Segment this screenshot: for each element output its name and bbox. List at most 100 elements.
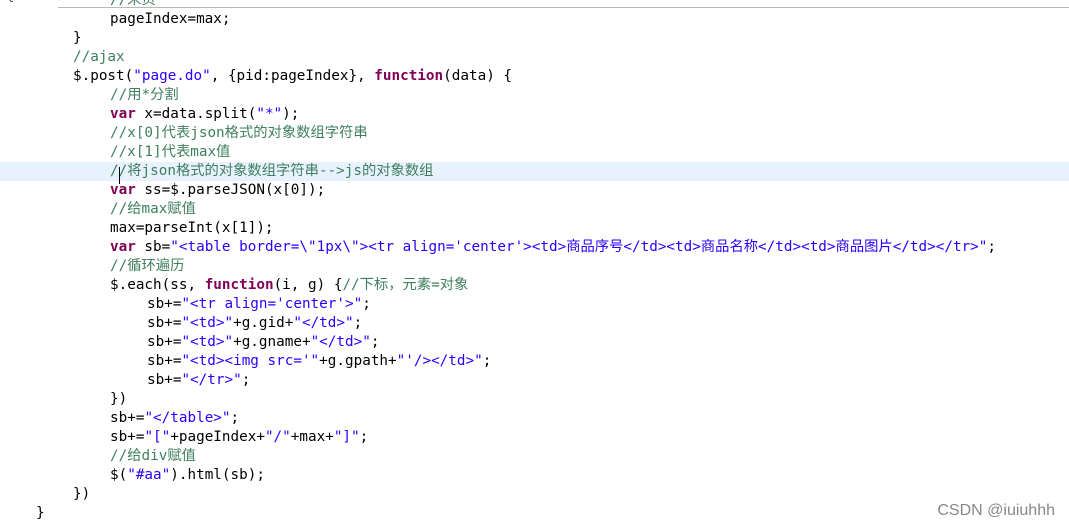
code-token: +g.gpath+ bbox=[319, 353, 397, 369]
code-line[interactable]: $.post("page.do", {pid:pageIndex}, funct… bbox=[0, 67, 1069, 86]
code-text: //给div赋值 bbox=[110, 447, 196, 466]
code-text: sb+="["+pageIndex+"/"+max+"]"; bbox=[110, 428, 368, 447]
code-text: //末页 bbox=[110, 0, 156, 10]
code-token: }) bbox=[73, 486, 91, 502]
string-token: "*" bbox=[256, 106, 283, 122]
code-token: max=parseInt(x[1]); bbox=[110, 220, 274, 236]
string-token: "</tr>" bbox=[181, 372, 242, 388]
code-line[interactable]: pageIndex=max; bbox=[0, 10, 1069, 29]
code-line[interactable]: sb+="<tr align='center'>"; bbox=[0, 295, 1069, 314]
comment-token: //末页 bbox=[110, 0, 156, 8]
string-token: "]" bbox=[333, 429, 360, 445]
code-line[interactable]: //给div赋值 bbox=[0, 447, 1069, 466]
code-token: ; bbox=[241, 372, 251, 388]
code-token: ; bbox=[359, 429, 369, 445]
code-token: sb+= bbox=[147, 353, 182, 369]
keyword-token: function bbox=[204, 277, 274, 293]
comment-token: //x[0]代表json格式的对象数组字符串 bbox=[110, 125, 368, 141]
code-line[interactable]: var sb="<table border=\"1px\"><tr align=… bbox=[0, 238, 1069, 257]
code-line[interactable]: } bbox=[0, 29, 1069, 48]
code-text: //ajax bbox=[73, 48, 125, 67]
keyword-token: function bbox=[374, 68, 444, 84]
code-line[interactable]: $.each(ss, function(i, g) {//下标，元素=对象 bbox=[0, 276, 1069, 295]
code-text: }) bbox=[73, 485, 90, 504]
code-token: $( bbox=[110, 467, 128, 483]
code-text: var x=data.split("*"); bbox=[110, 105, 299, 124]
code-line[interactable]: //循环遍历 bbox=[0, 257, 1069, 276]
string-token: "</table>" bbox=[144, 410, 231, 426]
keyword-token: var bbox=[110, 106, 136, 122]
code-text: sb+="<tr align='center'>"; bbox=[147, 295, 371, 314]
comment-token: //给div赋值 bbox=[110, 448, 196, 464]
code-line[interactable]: //x[0]代表json格式的对象数组字符串 bbox=[0, 124, 1069, 143]
code-line[interactable]: //x[1]代表max值 bbox=[0, 143, 1069, 162]
code-token: ; bbox=[482, 353, 492, 369]
code-line[interactable]: sb+="</tr>"; bbox=[0, 371, 1069, 390]
code-text: $.post("page.do", {pid:pageIndex}, funct… bbox=[73, 67, 512, 86]
code-token: +max+ bbox=[290, 429, 334, 445]
code-editor[interactable]: { //末页pageIndex=max;}//ajax$.post("page.… bbox=[0, 0, 1069, 528]
code-line[interactable]: //末页 bbox=[0, 0, 1069, 10]
code-token: (data) { bbox=[443, 68, 513, 84]
code-token: }) bbox=[110, 391, 128, 407]
code-token: sb+= bbox=[110, 410, 145, 426]
code-text: //给max赋值 bbox=[110, 200, 196, 219]
string-token: "/" bbox=[264, 429, 291, 445]
keyword-token: var bbox=[110, 239, 136, 255]
comment-token: //x[1]代表max值 bbox=[110, 144, 231, 160]
code-text: pageIndex=max; bbox=[110, 10, 231, 29]
code-token: } bbox=[36, 505, 45, 521]
code-line[interactable]: sb+="<td>"+g.gid+"</td>"; bbox=[0, 314, 1069, 333]
code-token: ; bbox=[353, 315, 363, 331]
code-token: x=data.split( bbox=[135, 106, 257, 122]
code-line[interactable]: var x=data.split("*"); bbox=[0, 105, 1069, 124]
code-text: $("#aa").html(sb); bbox=[110, 466, 265, 485]
string-token: "</td>" bbox=[293, 315, 354, 331]
string-token: "<td>" bbox=[181, 334, 234, 350]
code-token: sb+= bbox=[147, 372, 182, 388]
code-token: $.post( bbox=[73, 68, 134, 84]
code-line[interactable]: //用*分割 bbox=[0, 86, 1069, 105]
string-token: "page.do" bbox=[133, 68, 211, 84]
code-token: } bbox=[73, 30, 82, 46]
string-token: "</td>" bbox=[310, 334, 371, 350]
code-text: $.each(ss, function(i, g) {//下标，元素=对象 bbox=[110, 276, 468, 295]
code-line[interactable]: //给max赋值 bbox=[0, 200, 1069, 219]
code-line[interactable]: //将json格式的对象数组字符串-->js的对象数组 bbox=[0, 162, 1069, 181]
code-line[interactable]: }) bbox=[0, 390, 1069, 409]
comment-token: //将json格式的对象数组字符串-->js的对象数组 bbox=[110, 163, 434, 179]
code-text: sb+="<td><img src='"+g.gpath+"'/></td>"; bbox=[147, 352, 491, 371]
code-line[interactable]: sb+="<td>"+g.gname+"</td>"; bbox=[0, 333, 1069, 352]
code-line[interactable]: max=parseInt(x[1]); bbox=[0, 219, 1069, 238]
text-caret bbox=[119, 167, 120, 184]
code-token: ss=$.parseJSON(x[0]); bbox=[135, 182, 326, 198]
code-text: //用*分割 bbox=[110, 86, 179, 105]
string-token: "<td><img src='" bbox=[181, 353, 320, 369]
code-token: +g.gname+ bbox=[233, 334, 311, 350]
code-token: sb= bbox=[135, 239, 171, 255]
code-text: sb+="</tr>"; bbox=[147, 371, 250, 390]
code-text: sb+="<td>"+g.gname+"</td>"; bbox=[147, 333, 379, 352]
code-line[interactable]: sb+="</table>"; bbox=[0, 409, 1069, 428]
comment-token: //下标，元素=对象 bbox=[342, 277, 469, 293]
code-token: sb+= bbox=[147, 296, 182, 312]
code-text: //x[0]代表json格式的对象数组字符串 bbox=[110, 124, 368, 143]
string-token: "<td>" bbox=[181, 315, 234, 331]
code-line[interactable]: } bbox=[0, 504, 1069, 523]
string-token: "'/></td>" bbox=[396, 353, 483, 369]
code-line[interactable]: //ajax bbox=[0, 48, 1069, 67]
comment-token: //ajax bbox=[73, 49, 125, 65]
code-line[interactable]: sb+="<td><img src='"+g.gpath+"'/></td>"; bbox=[0, 352, 1069, 371]
code-line[interactable]: sb+="["+pageIndex+"/"+max+"]"; bbox=[0, 428, 1069, 447]
code-text: //将json格式的对象数组字符串-->js的对象数组 bbox=[110, 162, 433, 181]
code-token: ; bbox=[230, 410, 240, 426]
code-text: //x[1]代表max值 bbox=[110, 143, 230, 162]
code-token: ).html(sb); bbox=[170, 467, 265, 483]
code-text: } bbox=[73, 29, 82, 48]
code-token: , {pid:pageIndex}, bbox=[210, 68, 375, 84]
comment-token: //用*分割 bbox=[110, 87, 179, 103]
code-line[interactable]: $("#aa").html(sb); bbox=[0, 466, 1069, 485]
code-line[interactable]: }) bbox=[0, 485, 1069, 504]
code-token: sb+= bbox=[110, 429, 145, 445]
code-line[interactable]: var ss=$.parseJSON(x[0]); bbox=[0, 181, 1069, 200]
